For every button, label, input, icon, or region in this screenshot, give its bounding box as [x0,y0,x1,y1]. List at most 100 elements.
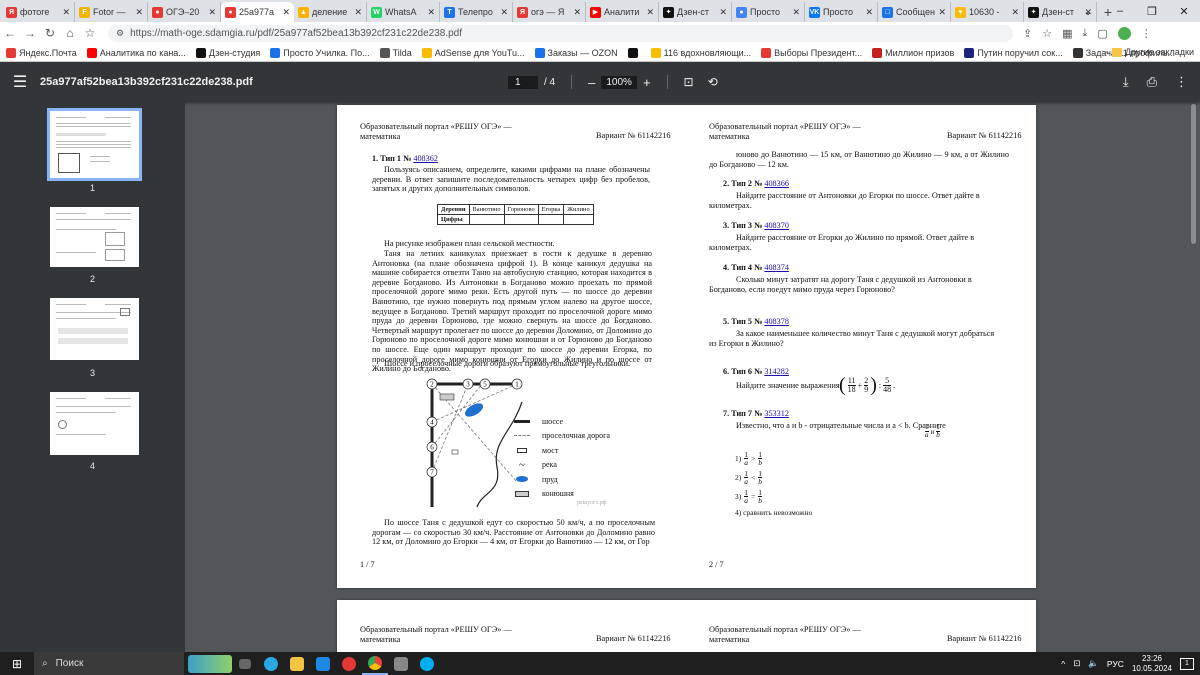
notifications-icon[interactable]: 1 [1180,657,1194,670]
zoom-value[interactable]: 100% [601,75,637,89]
task-1-link[interactable]: 408362 [413,154,438,163]
fit-page-icon[interactable]: ⊡ [684,75,694,89]
browser-tab-9[interactable]: ✦ Дзен-ст ✕ [659,2,732,22]
browser-tab-2[interactable]: ● ОГЭ–20 ✕ [148,2,221,22]
task-link[interactable]: 408370 [764,221,789,230]
minimize-icon[interactable]: – [1104,0,1136,22]
bookmark-item[interactable]: Дзен-студия [195,47,260,58]
rotate-icon[interactable]: ⟲ [708,75,718,89]
language-indicator[interactable]: РУС [1107,659,1124,669]
tab-close-icon[interactable]: ✕ [135,7,143,18]
tab-close-icon[interactable]: ✕ [208,7,216,18]
task-link[interactable]: 408374 [764,263,789,272]
download-pdf-icon[interactable]: ⤓ [1123,74,1129,90]
skype-icon[interactable] [414,652,440,675]
forward-icon[interactable]: → [20,26,40,40]
browser-tab-4[interactable]: ▲ деление ✕ [294,2,367,22]
extensions-icon[interactable]: ▦ [1062,27,1072,40]
tab-close-icon[interactable]: ✕ [62,7,70,18]
browser-tab-0[interactable]: Яфотоге ✕ [2,2,75,22]
site-info-icon[interactable]: ⚙ [116,28,124,39]
other-bookmarks[interactable]: » Другие закладки [1104,47,1194,57]
bookmark-item[interactable]: Путин поручил сок... [964,47,1063,58]
task-link[interactable]: 353312 [764,409,789,418]
sidebar-menu-icon[interactable]: ☰ [0,72,40,92]
task-link[interactable]: 408378 [764,317,789,326]
bookmark-item[interactable]: 116 вдохновляющи... [650,47,751,58]
volume-icon[interactable]: 🔈 [1088,658,1099,669]
network-icon[interactable]: ⊡ [1073,658,1080,669]
weather-widget-icon[interactable] [188,654,232,673]
tab-close-icon[interactable]: ✕ [719,7,727,18]
browser-tab-11[interactable]: VK Просто ✕ [805,2,878,22]
edge-icon[interactable] [258,652,284,675]
zoom-out-icon[interactable]: – [588,75,595,90]
bookmark-item[interactable]: Выборы Президент... [761,47,862,58]
profile-avatar-icon[interactable] [1117,26,1131,40]
tab-close-icon[interactable]: ✕ [646,7,654,18]
tab-search-icon[interactable]: ⌄ [1072,0,1104,22]
bookmark-item[interactable]: Миллион призов [872,47,954,58]
tab-close-icon[interactable]: ✕ [500,7,508,18]
more-actions-icon[interactable]: ⋮ [1175,74,1188,90]
tab-close-icon[interactable]: ✕ [938,7,946,18]
task-link[interactable]: 314282 [764,367,789,376]
store-icon[interactable] [310,652,336,675]
tab-close-icon[interactable]: ✕ [354,7,362,18]
task-1-text: Пользуясь описанием, определите, какими … [372,165,650,194]
task-link[interactable]: 408366 [764,179,789,188]
browser-tab-6[interactable]: T Телепро ✕ [440,2,513,22]
tab-close-icon[interactable]: ✕ [865,7,873,18]
thumbnail-page-1[interactable] [47,108,142,181]
browser-tab-1[interactable]: F Fotor — ✕ [75,2,148,22]
pdf-scrollbar[interactable] [1191,104,1196,244]
browser-tab-10[interactable]: ● Просто ✕ [732,2,805,22]
menu-dots-icon[interactable]: ⋮ [1141,27,1152,40]
home-icon[interactable]: ⌂ [60,26,80,40]
browser-tab-8[interactable]: ▶ Аналити ✕ [586,2,659,22]
bookmark-item[interactable]: AdSense для YouTu... [421,47,525,58]
browser-tab-7[interactable]: Яогэ — Я ✕ [513,2,586,22]
browser-tab-13[interactable]: ♥ 10630 - ✕ [951,2,1024,22]
tab-favicon-icon: F [79,6,90,18]
share-icon[interactable]: ⇪ [1023,27,1032,40]
tab-close-icon[interactable]: ✕ [573,7,581,18]
tab-close-icon[interactable]: ✕ [282,7,290,18]
bookmark-item[interactable]: Яндекс.Почта [6,47,77,58]
download-icon[interactable]: ⤓ [1083,27,1088,40]
bookmark-item[interactable]: Просто Училка. По... [270,47,370,58]
bookmark-item[interactable]: Заказы — OZON [534,47,618,58]
tab-close-icon[interactable]: ✕ [427,7,435,18]
reload-icon[interactable]: ↻ [40,26,60,40]
bookmark-item[interactable]: Аналитика по кана... [86,47,186,58]
bookmark-item[interactable] [627,47,641,58]
browser-tab-3[interactable]: ● 25a977a ✕ [221,2,294,22]
app-icon[interactable] [388,652,414,675]
sidebar-icon[interactable]: ▢ [1097,27,1107,40]
address-bar[interactable]: ⚙ https://math-oge.sdamgia.ru/pdf/25a977… [108,24,1013,42]
maximize-icon[interactable]: ❐ [1136,0,1168,22]
star-icon[interactable]: ☆ [1042,27,1052,40]
close-window-icon[interactable]: ✕ [1168,0,1200,22]
tray-arrow-icon[interactable]: ^ [1061,659,1065,669]
bookmark-star-icon[interactable]: ☆ [80,26,100,40]
tab-close-icon[interactable]: ✕ [792,7,800,18]
taskbar-search[interactable]: ⌕ Поиск [34,652,184,675]
browser-tab-5[interactable]: W WhatsA ✕ [367,2,440,22]
explorer-icon[interactable] [284,652,310,675]
page-input[interactable]: 1 [508,75,538,89]
browser-tab-12[interactable]: □ Сообщен ✕ [878,2,951,22]
clock[interactable]: 23:26 10.05.2024 [1132,654,1172,674]
task-view-icon[interactable] [232,652,258,675]
yandex-browser-icon[interactable] [336,652,362,675]
thumbnail-page-4[interactable] [50,392,139,455]
back-icon[interactable]: ← [0,26,20,40]
tab-close-icon[interactable]: ✕ [1011,7,1019,18]
zoom-in-icon[interactable]: + [643,75,651,90]
windows-start-icon[interactable]: ⊞ [0,657,34,671]
thumbnail-page-3[interactable] [50,298,139,360]
bookmark-item[interactable]: Tilda [379,47,412,58]
chrome-icon[interactable] [362,652,388,675]
print-icon[interactable]: ⎙ [1147,74,1157,90]
thumbnail-page-2[interactable] [50,207,139,267]
